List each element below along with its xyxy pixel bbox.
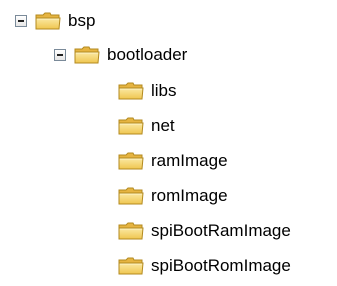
tree-node-label: bootloader	[107, 45, 188, 64]
tree-node-spibootramimage[interactable]: spiBootRamImage	[117, 218, 291, 244]
collapse-toggle-icon[interactable]	[54, 49, 66, 61]
tree-node-label: romImage	[151, 186, 228, 205]
folder-icon	[34, 10, 62, 32]
tree-node-label: net	[151, 116, 175, 135]
tree-node-label: libs	[151, 81, 177, 100]
folder-icon	[117, 220, 145, 242]
tree-node-ramimage[interactable]: ramImage	[117, 148, 228, 174]
tree-node-bsp[interactable]: bsp	[15, 8, 95, 34]
folder-icon	[117, 150, 145, 172]
collapse-toggle-icon[interactable]	[15, 15, 27, 27]
tree-node-libs[interactable]: libs	[117, 78, 177, 104]
tree-node-label: ramImage	[151, 151, 228, 170]
tree-node-label: bsp	[68, 11, 96, 30]
folder-icon	[117, 115, 145, 137]
folder-icon	[73, 44, 101, 66]
tree-node-label: spiBootRomImage	[151, 256, 291, 275]
tree-node-net[interactable]: net	[117, 113, 175, 139]
tree-node-romimage[interactable]: romImage	[117, 183, 228, 209]
tree-node-bootloader[interactable]: bootloader	[54, 42, 187, 68]
folder-tree: bsp bootloader libs net ramImage romImag…	[0, 0, 337, 286]
tree-node-spibootromimage[interactable]: spiBootRomImage	[117, 253, 291, 279]
folder-icon	[117, 80, 145, 102]
tree-node-label: spiBootRamImage	[151, 221, 291, 240]
folder-icon	[117, 255, 145, 277]
folder-icon	[117, 185, 145, 207]
